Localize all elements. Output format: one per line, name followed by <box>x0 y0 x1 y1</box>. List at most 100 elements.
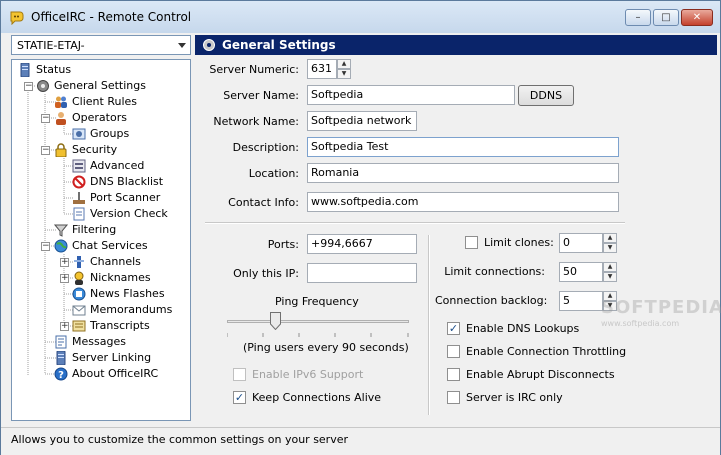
news-icon <box>72 287 86 301</box>
tree-item-messages[interactable]: Messages <box>54 334 126 350</box>
server-icon <box>18 62 32 78</box>
description-label: Description: <box>232 141 299 154</box>
description-input[interactable]: Softpedia Test <box>307 137 619 157</box>
contact-info-input[interactable]: www.softpedia.com <box>307 192 619 212</box>
server-select[interactable]: STATIE-ETAJ- <box>11 35 191 55</box>
enable-ipv6-label: Enable IPv6 Support <box>252 368 364 381</box>
irc-only-checkbox[interactable] <box>447 391 460 404</box>
tree-item-security[interactable]: Security <box>54 142 117 158</box>
tree-item-version-check[interactable]: Version Check <box>72 206 168 222</box>
enable-dns-checkbox[interactable]: ✓ <box>447 322 460 335</box>
connection-backlog-label: Connection backlog: <box>435 294 548 307</box>
limit-connections-spinner[interactable]: ▲ ▼ <box>603 262 617 282</box>
tree-item-channels[interactable]: Channels <box>72 254 141 270</box>
expand-channels[interactable]: + <box>60 258 69 267</box>
enable-abrupt-checkbox[interactable] <box>447 368 460 381</box>
operator-icon <box>54 111 68 125</box>
panel-header: General Settings <box>195 35 717 55</box>
tree-item-memorandums[interactable]: Memorandums <box>72 302 172 318</box>
tree-item-dns-blacklist[interactable]: DNS Blacklist <box>72 174 163 190</box>
tree-item-news-flashes[interactable]: News Flashes <box>72 286 165 302</box>
spin-up-icon[interactable]: ▲ <box>603 262 617 272</box>
ddns-button[interactable]: DDNS <box>518 85 574 106</box>
tree-item-nicknames[interactable]: Nicknames <box>72 270 151 286</box>
navigation-tree[interactable]: − − − − + + + Status General Settings Cl… <box>11 59 191 421</box>
status-bar: Allows you to customize the common setti… <box>1 427 720 455</box>
spin-up-icon[interactable]: ▲ <box>603 233 617 243</box>
groups-icon <box>72 127 86 141</box>
limit-connections-input[interactable]: 50 <box>559 262 603 282</box>
network-name-input[interactable]: Softpedia network <box>307 111 417 131</box>
section-divider <box>205 222 625 224</box>
tree-item-about[interactable]: ? About OfficeIRC <box>54 366 158 382</box>
watermark-site: www.softpedia.com <box>601 319 680 328</box>
expand-nicknames[interactable]: + <box>60 274 69 283</box>
lock-icon <box>54 143 68 158</box>
status-text: Allows you to customize the common setti… <box>11 433 349 446</box>
limit-clones-spinner[interactable]: ▲ ▼ <box>603 233 617 253</box>
ping-frequency-slider[interactable] <box>227 320 409 323</box>
tree-item-advanced[interactable]: Advanced <box>72 158 144 174</box>
server-numeric-label: Server Numeric: <box>209 63 299 76</box>
enable-throttling-label: Enable Connection Throttling <box>466 345 627 358</box>
advanced-icon <box>72 159 86 173</box>
tree-item-transcripts[interactable]: Transcripts <box>72 318 150 334</box>
limit-clones-checkbox[interactable] <box>465 236 478 249</box>
tree-item-status[interactable]: Status <box>18 62 71 78</box>
spin-up-icon[interactable]: ▲ <box>337 59 351 69</box>
close-button[interactable]: ✕ <box>681 9 713 26</box>
tree-item-general-settings[interactable]: General Settings <box>36 78 146 94</box>
server-name-input[interactable]: Softpedia <box>307 85 515 105</box>
scanner-icon <box>72 191 86 205</box>
tree-item-chat-services[interactable]: Chat Services <box>54 238 148 254</box>
spin-down-icon[interactable]: ▼ <box>337 69 351 79</box>
tree-item-operators[interactable]: Operators <box>54 110 127 126</box>
minimize-button[interactable]: – <box>625 9 651 26</box>
only-this-ip-input[interactable] <box>307 263 417 283</box>
limit-clones-input[interactable]: 0 <box>559 233 603 253</box>
settings-panel: General Settings Server Numeric: 631 ▲ ▼ … <box>195 33 717 425</box>
collapse-chat-services[interactable]: − <box>41 242 50 251</box>
spin-down-icon[interactable]: ▼ <box>603 243 617 253</box>
collapse-security[interactable]: − <box>41 146 50 155</box>
ports-input[interactable]: +994,6667 <box>307 234 417 254</box>
version-icon <box>72 207 86 221</box>
only-this-ip-label: Only this IP: <box>233 267 299 280</box>
location-label: Location: <box>248 167 299 180</box>
tree-item-client-rules[interactable]: Client Rules <box>54 94 137 110</box>
slider-thumb[interactable] <box>269 312 281 330</box>
connection-backlog-input[interactable]: 5 <box>559 291 603 311</box>
tree-item-server-linking[interactable]: Server Linking <box>54 350 151 366</box>
server-select-value: STATIE-ETAJ- <box>17 39 85 52</box>
memo-icon <box>72 303 86 317</box>
channels-icon <box>72 255 86 269</box>
watermark-brand: SOFTPEDIA <box>601 297 721 318</box>
chevron-down-icon[interactable] <box>178 43 186 48</box>
keep-alive-checkbox[interactable]: ✓ <box>233 391 246 404</box>
enable-throttling-checkbox[interactable] <box>447 345 460 358</box>
tree-item-filtering[interactable]: Filtering <box>53 222 116 238</box>
title-bar[interactable]: OfficeIRC - Remote Control – □ ✕ <box>1 1 720 33</box>
help-icon: ? <box>54 367 68 381</box>
collapse-operators[interactable]: − <box>41 114 50 123</box>
tree-item-port-scanner[interactable]: Port Scanner <box>72 190 160 206</box>
transcripts-icon <box>72 319 86 333</box>
spin-down-icon[interactable]: ▼ <box>603 272 617 282</box>
expand-transcripts[interactable]: + <box>60 322 69 331</box>
tree-item-groups[interactable]: Groups <box>72 126 129 142</box>
collapse-general-settings[interactable]: − <box>24 82 33 91</box>
server-numeric-spinner[interactable]: ▲ ▼ <box>337 59 351 79</box>
gear-icon <box>203 39 215 51</box>
network-name-label: Network Name: <box>213 115 299 128</box>
server-numeric-input[interactable]: 631 <box>307 59 337 79</box>
maximize-button[interactable]: □ <box>653 9 679 26</box>
slider-ticks <box>227 333 409 337</box>
gear-icon <box>36 79 50 93</box>
contact-info-label: Contact Info: <box>228 196 299 209</box>
enable-ipv6-checkbox[interactable] <box>233 368 246 381</box>
ping-frequency-caption: (Ping users every 90 seconds) <box>243 341 409 354</box>
location-input[interactable]: Romania <box>307 163 619 183</box>
enable-dns-label: Enable DNS Lookups <box>466 322 580 335</box>
users-icon <box>54 95 68 109</box>
panel-title: General Settings <box>222 38 336 52</box>
